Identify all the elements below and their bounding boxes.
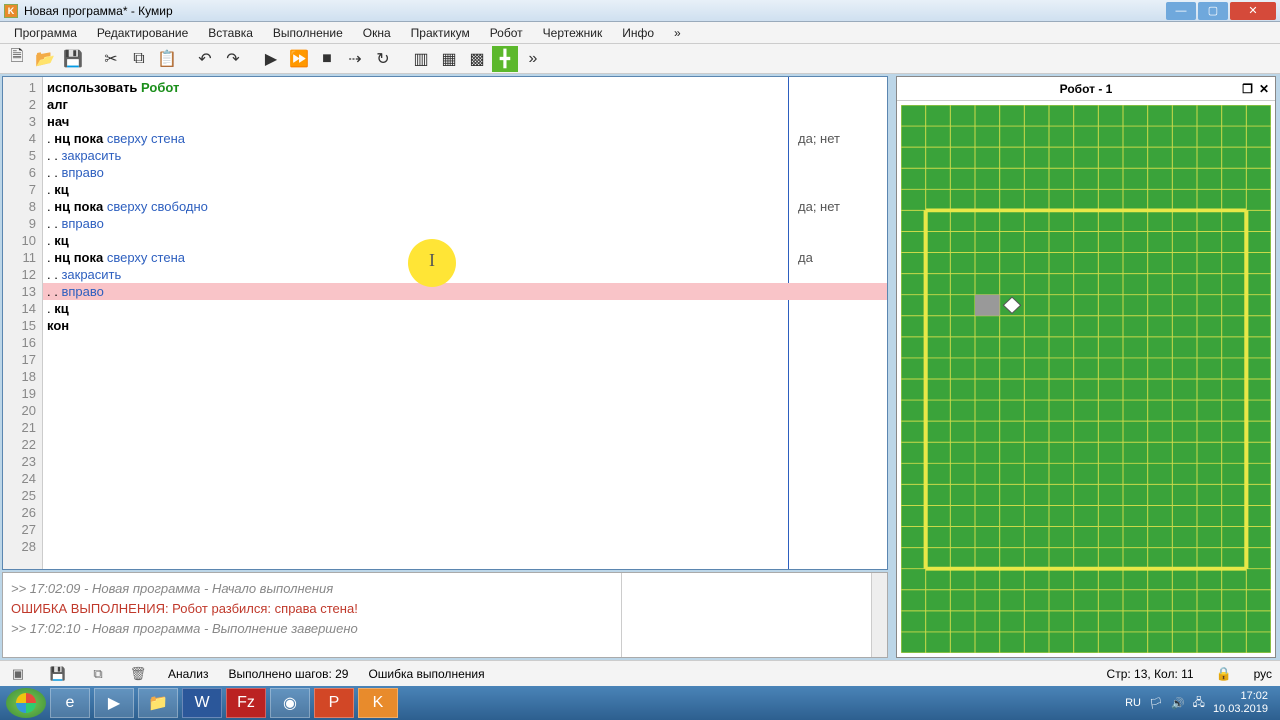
close-button[interactable]: ✕ <box>1230 2 1276 20</box>
toolbar: 🗎 📂 💾 ✂ ⧉ 📋 ↶ ↷ ▶ ⏩ ■ ⇢ ↻ ▥ ▦ ▩ ╋ » <box>0 44 1280 74</box>
copy-icon[interactable]: ⧉ <box>126 46 152 72</box>
taskbar-word-icon[interactable]: W <box>182 688 222 718</box>
menu-Программа[interactable]: Программа <box>6 24 85 42</box>
minimize-button[interactable]: — <box>1166 2 1196 20</box>
sb-icon[interactable]: ▣ <box>8 664 28 684</box>
robot-panel-title: Робот - 1 ❐ ✕ <box>897 77 1275 101</box>
view4-icon[interactable]: ╋ <box>492 46 518 72</box>
code-area[interactable]: да; нетда; нетда I использовать Роботалг… <box>43 77 887 569</box>
titlebar: K Новая программа* - Кумир — ▢ ✕ <box>0 0 1280 22</box>
sb-save-icon[interactable]: 💾 <box>48 664 68 684</box>
status-error: Ошибка выполнения <box>368 667 484 681</box>
sb-delete-icon[interactable]: 🗑 <box>128 664 148 684</box>
line-gutter: 1234567891011121314151617181920212223242… <box>3 77 43 569</box>
taskbar-ie-icon[interactable]: e <box>50 688 90 718</box>
margin-notes: да; нетда; нетда <box>798 79 840 555</box>
stop-icon[interactable]: ■ <box>314 46 340 72</box>
step-icon[interactable]: ⇢ <box>342 46 368 72</box>
window-title: Новая программа* - Кумир <box>24 4 1164 18</box>
taskbar-chrome-icon[interactable]: ◉ <box>270 688 310 718</box>
start-button[interactable] <box>6 688 46 718</box>
view1-icon[interactable]: ▥ <box>408 46 434 72</box>
menu-Практикум[interactable]: Практикум <box>403 24 478 42</box>
new-file-icon[interactable]: 🗎 <box>4 46 30 72</box>
console-error-line: ОШИБКА ВЫПОЛНЕНИЯ: Робот разбился: справ… <box>11 599 613 619</box>
taskbar: e ▶ 📁 W Fz ◉ P K RU 🏳 🔊 🖧 17:02 10.03.20… <box>0 686 1280 720</box>
taskbar-explorer-icon[interactable]: 📁 <box>138 688 178 718</box>
status-lang: рус <box>1254 667 1272 681</box>
robot-field[interactable] <box>901 105 1271 653</box>
menu-Вставка[interactable]: Вставка <box>200 24 261 42</box>
menubar: ПрограммаРедактированиеВставкаВыполнение… <box>0 22 1280 44</box>
margin-line <box>788 77 789 569</box>
tray-lang[interactable]: RU <box>1125 697 1141 709</box>
redo-icon[interactable]: ↷ <box>220 46 246 72</box>
menu-Окна[interactable]: Окна <box>355 24 399 42</box>
output-console: >> 17:02:09 - Новая программа - Начало в… <box>2 572 888 658</box>
menu-Робот[interactable]: Робот <box>482 24 531 42</box>
paste-icon[interactable]: 📋 <box>154 46 180 72</box>
scrollbar[interactable] <box>871 573 887 657</box>
taskbar-powerpoint-icon[interactable]: P <box>314 688 354 718</box>
status-cursor: Стр: 13, Кол: 11 <box>1107 667 1194 681</box>
open-file-icon[interactable]: 📂 <box>32 46 58 72</box>
maximize-button[interactable]: ▢ <box>1198 2 1228 20</box>
taskbar-media-icon[interactable]: ▶ <box>94 688 134 718</box>
run-icon[interactable]: ▶ <box>258 46 284 72</box>
taskbar-filezilla-icon[interactable]: Fz <box>226 688 266 718</box>
cut-icon[interactable]: ✂ <box>98 46 124 72</box>
tray-flag-icon[interactable]: 🏳 <box>1149 697 1163 710</box>
robot-panel: Робот - 1 ❐ ✕ <box>896 76 1276 658</box>
statusbar: ▣ 💾 ⧉ 🗑 Анализ Выполнено шагов: 29 Ошибк… <box>0 660 1280 686</box>
menu-Редактирование[interactable]: Редактирование <box>89 24 196 42</box>
status-analysis: Анализ <box>168 667 209 681</box>
console-line: >> 17:02:10 - Новая программа - Выполнен… <box>11 619 613 639</box>
view2-icon[interactable]: ▦ <box>436 46 462 72</box>
menu-Инфо[interactable]: Инфо <box>614 24 662 42</box>
status-steps: Выполнено шагов: 29 <box>229 667 349 681</box>
tray-sound-icon[interactable]: 🔊 <box>1171 697 1185 710</box>
app-icon: K <box>4 4 18 18</box>
sb-lock-icon[interactable]: 🔒 <box>1214 664 1234 684</box>
console-line: >> 17:02:09 - Новая программа - Начало в… <box>11 579 613 599</box>
save-file-icon[interactable]: 💾 <box>60 46 86 72</box>
robot-close-icon[interactable]: ✕ <box>1259 82 1269 96</box>
tray-clock[interactable]: 17:02 10.03.2019 <box>1213 690 1268 716</box>
more-icon[interactable]: » <box>520 46 546 72</box>
robot-restore-icon[interactable]: ❐ <box>1242 82 1253 96</box>
taskbar-kumir-icon[interactable]: K <box>358 688 398 718</box>
console-right-pane <box>622 573 887 657</box>
code-editor[interactable]: 1234567891011121314151617181920212223242… <box>2 76 888 570</box>
sb-copy-icon[interactable]: ⧉ <box>88 664 108 684</box>
view3-icon[interactable]: ▩ <box>464 46 490 72</box>
undo-icon[interactable]: ↶ <box>192 46 218 72</box>
text-cursor-icon: I <box>429 252 435 269</box>
menu-»[interactable]: » <box>666 24 689 42</box>
run-fast-icon[interactable]: ⏩ <box>286 46 312 72</box>
step-over-icon[interactable]: ↻ <box>370 46 396 72</box>
menu-Чертежник[interactable]: Чертежник <box>535 24 611 42</box>
menu-Выполнение[interactable]: Выполнение <box>265 24 351 42</box>
tray-network-icon[interactable]: 🖧 <box>1193 694 1205 713</box>
